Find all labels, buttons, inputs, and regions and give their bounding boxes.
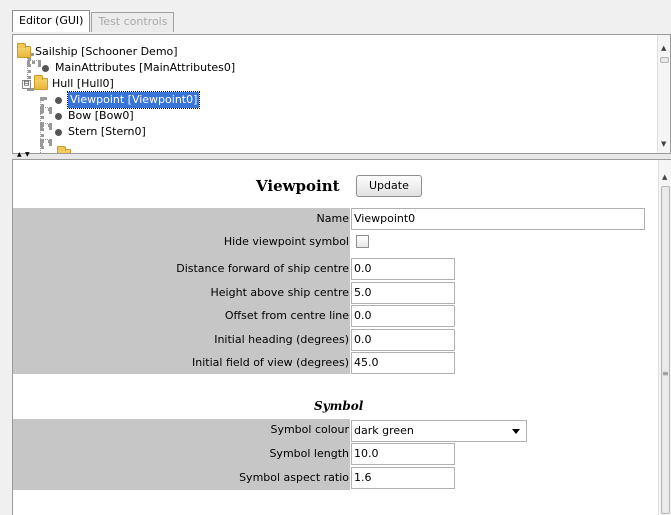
field-label: Initial heading (degrees) [214, 333, 349, 346]
folder-icon [17, 43, 31, 58]
symbol-colour-value: dark green [354, 424, 414, 437]
tree-connector [40, 107, 52, 111]
tree-item-sailship[interactable]: Sailship [Schooner Demo] [17, 43, 178, 60]
node-bullet-icon [42, 64, 49, 72]
tree-item-hull[interactable]: ⊟ Hull [Hull0] [22, 75, 114, 92]
collapse-icon[interactable]: ⊟ [22, 79, 31, 89]
tree-item-label: Bow [Bow0] [68, 109, 134, 122]
property-panel: Viewpoint Update Name Viewpoint0 Hide vi… [12, 160, 671, 515]
symbol-heading: Symbol [314, 399, 364, 413]
tree-item-viewpoint[interactable]: Viewpoint [Viewpoint0] [55, 91, 201, 109]
tree-item-partial [57, 146, 75, 153]
node-bullet-icon [55, 96, 62, 104]
field-of-view-field[interactable]: 45.0 [351, 352, 455, 374]
folder-icon [34, 75, 48, 90]
field-label: Distance forward of ship centre [176, 262, 349, 275]
tree-item-label: Stern [Stern0] [68, 125, 146, 138]
scroll-grip-icon: ≡ [662, 369, 669, 378]
scroll-up-icon[interactable]: ▲ [662, 174, 667, 181]
name-field[interactable]: Viewpoint0 [351, 208, 645, 230]
field-label: Hide viewpoint symbol [223, 235, 349, 248]
property-scrollbar[interactable]: ▲ ≡ [658, 160, 671, 515]
tree-panel: Sailship [Schooner Demo] MainAttributes … [12, 34, 671, 154]
offset-centre-line-field[interactable]: 0.0 [351, 305, 455, 327]
update-button[interactable]: Update [356, 175, 422, 197]
tree-item-label: Viewpoint [Viewpoint0] [66, 91, 201, 109]
collapse-up-icon[interactable]: ▲ [17, 151, 22, 158]
panel-title: Viewpoint [256, 177, 340, 195]
field-label: Symbol aspect ratio [239, 471, 349, 484]
tree-scrollbar[interactable]: ▲ ▼ [657, 35, 670, 153]
field-label: Symbol colour [270, 423, 349, 436]
tab-bar: Editor (GUI) Test controls [12, 10, 175, 32]
tree-item-label: MainAttributes [MainAttributes0] [55, 61, 236, 74]
tab-editor-gui[interactable]: Editor (GUI) [12, 10, 91, 32]
tree-connector [27, 60, 41, 64]
field-label: Name [316, 212, 349, 225]
tree-connector [40, 123, 52, 127]
symbol-colour-dropdown[interactable]: dark green [351, 420, 527, 442]
collapse-down-icon[interactable]: ▼ [25, 151, 30, 158]
tree-item-label: Hull [Hull0] [52, 77, 114, 90]
distance-forward-field[interactable]: 0.0 [351, 258, 455, 280]
scroll-down-icon[interactable]: ▼ [661, 141, 666, 148]
tab-test-controls[interactable]: Test controls [91, 12, 175, 32]
symbol-aspect-ratio-field[interactable]: 1.6 [351, 467, 455, 489]
field-label: Symbol length [269, 447, 349, 460]
node-bullet-icon [55, 128, 62, 136]
field-label: Initial field of view (degrees) [192, 356, 349, 369]
field-label: Height above ship centre [210, 286, 349, 299]
scroll-up-icon[interactable]: ▲ [661, 45, 666, 52]
tree-item-stern[interactable]: Stern [Stern0] [55, 124, 146, 140]
height-above-field[interactable]: 5.0 [351, 282, 455, 304]
scroll-thumb[interactable] [661, 186, 670, 514]
node-bullet-icon [55, 112, 62, 120]
hide-viewpoint-symbol-checkbox[interactable] [356, 235, 369, 248]
tree-item-bow[interactable]: Bow [Bow0] [55, 108, 134, 124]
chevron-down-icon[interactable] [512, 429, 520, 434]
tree-connector [40, 139, 52, 143]
initial-heading-field[interactable]: 0.0 [351, 329, 455, 351]
symbol-length-field[interactable]: 10.0 [351, 443, 455, 465]
tree-item-mainattributes[interactable]: MainAttributes [MainAttributes0] [42, 60, 235, 76]
field-label: Offset from centre line [224, 309, 349, 322]
scroll-thumb[interactable] [660, 57, 669, 63]
tree-item-label: Sailship [Schooner Demo] [35, 45, 178, 58]
